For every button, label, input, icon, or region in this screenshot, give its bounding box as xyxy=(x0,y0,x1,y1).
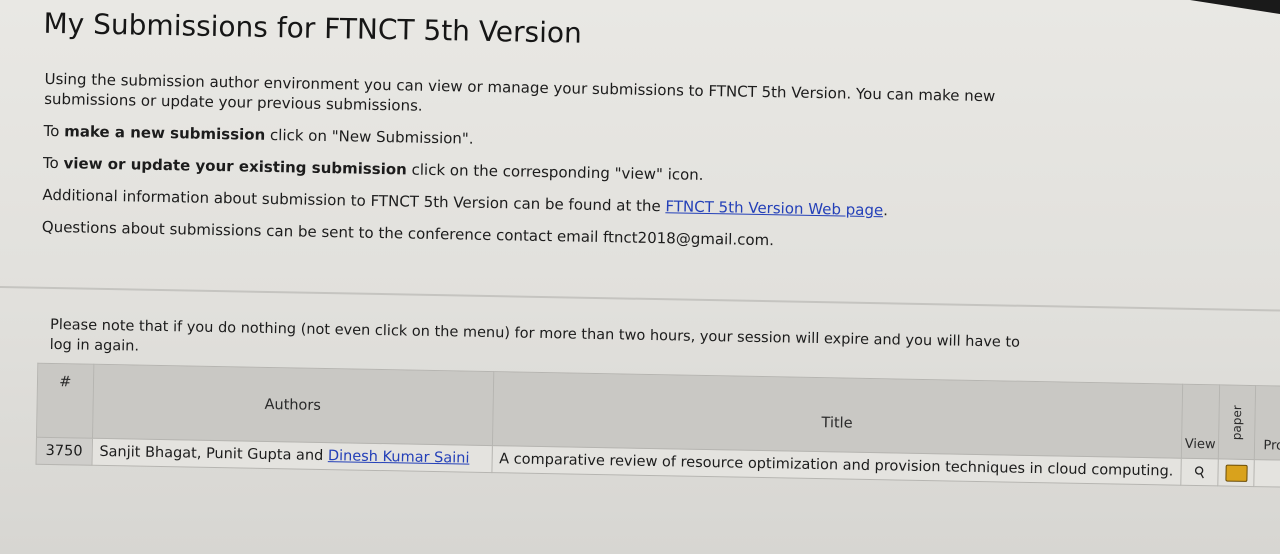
paper-header-label: paper xyxy=(1230,404,1245,440)
pro-cell xyxy=(1254,459,1280,488)
additional-info: Additional information about submission … xyxy=(42,185,889,220)
author-link[interactable]: Dinesh Kumar Saini xyxy=(328,448,470,467)
conference-web-page-link[interactable]: FTNCT 5th Version Web page xyxy=(665,197,883,219)
session-expiry-note: Please note that if you do nothing (not … xyxy=(49,316,1021,355)
new-submission-emphasis: make a new submission xyxy=(64,122,266,144)
column-header-pro: Pro xyxy=(1254,385,1280,461)
submission-number: 3750 xyxy=(35,437,93,466)
column-header-view: View xyxy=(1181,384,1221,459)
section-divider xyxy=(0,285,1280,312)
view-submission-emphasis: view or update your existing submission xyxy=(63,154,407,179)
new-submission-hint: To make a new submission click on "New S… xyxy=(43,121,474,148)
browser-page: My Submissions for FTNCT 5th Version Usi… xyxy=(0,0,1280,554)
view-submission-button[interactable]: ⚲ xyxy=(1180,458,1219,486)
contact-info: Questions about submissions can be sent … xyxy=(41,217,775,250)
column-header-authors[interactable]: Authors xyxy=(92,364,494,446)
magnifier-icon[interactable]: ⚲ xyxy=(1191,462,1209,483)
intro-text: Using the submission author environment … xyxy=(42,69,1025,255)
page-title: My Submissions for FTNCT 5th Version xyxy=(43,6,583,50)
submissions-table: # Authors Title View paper Pro 3750 Sanj… xyxy=(35,363,1280,488)
column-header-number[interactable]: # xyxy=(36,363,94,439)
column-header-title[interactable]: Title xyxy=(491,371,1183,459)
view-submission-hint: To view or update your existing submissi… xyxy=(42,153,704,184)
folder-icon[interactable] xyxy=(1225,464,1248,482)
column-header-paper: paper xyxy=(1218,384,1257,460)
page-content: My Submissions for FTNCT 5th Version Usi… xyxy=(0,0,1280,488)
intro-paragraph: Using the submission author environment … xyxy=(44,69,996,115)
paper-download-button[interactable] xyxy=(1218,458,1255,487)
